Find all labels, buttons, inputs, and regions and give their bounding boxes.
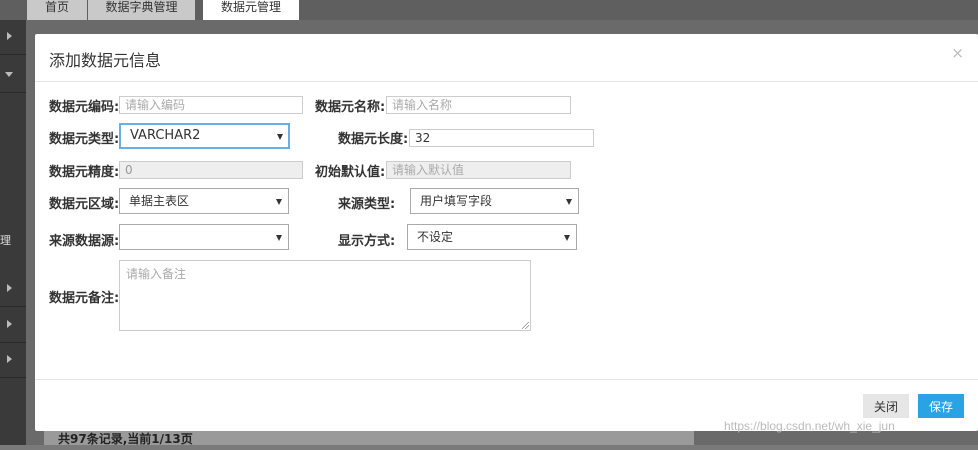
name-input[interactable]: 请输入名称	[386, 96, 571, 114]
chevron-right-icon	[7, 320, 12, 328]
tab-data-element[interactable]: 数据元管理	[203, 0, 299, 20]
close-icon[interactable]: ×	[951, 44, 964, 62]
close-button[interactable]: 关闭	[863, 394, 909, 418]
chevron-right-icon	[7, 32, 12, 40]
sidebar-item[interactable]	[0, 20, 26, 55]
caret-down-icon	[276, 235, 282, 241]
caret-down-icon	[566, 199, 572, 205]
tab-home[interactable]: 首页	[27, 0, 87, 20]
save-button[interactable]: 保存	[918, 394, 964, 418]
add-data-element-dialog: 添加数据元信息 × 数据元编码: 请输入编码 数据元名称: 请输入名称 数据元类…	[35, 34, 978, 431]
dialog-title: 添加数据元信息	[49, 51, 162, 70]
sidebar-item[interactable]	[0, 58, 26, 93]
display-mode-select[interactable]: 不设定	[407, 224, 577, 250]
sidebar-item[interactable]	[0, 272, 26, 307]
tab-bar: 首页 数据字典管理 数据元管理	[0, 0, 978, 20]
code-input[interactable]: 请输入编码	[119, 96, 303, 114]
source-datasource-label: 来源数据源:	[49, 234, 120, 249]
default-value-label: 初始默认值:	[315, 165, 386, 180]
precision-label: 数据元精度:	[49, 165, 120, 180]
default-value-input[interactable]: 请输入默认值	[386, 161, 571, 179]
chevron-right-icon	[7, 355, 12, 363]
caret-down-icon	[276, 199, 282, 205]
tab-data-dictionary[interactable]: 数据字典管理	[88, 0, 195, 20]
sidebar-item-label: 理	[0, 234, 11, 247]
remark-textarea[interactable]: 请输入备注	[119, 260, 531, 331]
chevron-right-icon	[7, 284, 12, 292]
length-label: 数据元长度:	[338, 132, 409, 147]
length-input[interactable]: 32	[409, 129, 594, 147]
type-label: 数据元类型:	[49, 132, 120, 147]
source-datasource-select[interactable]	[119, 224, 289, 250]
area-select[interactable]: 单据主表区	[119, 188, 289, 214]
precision-input[interactable]: 0	[119, 161, 303, 179]
resize-handle-icon[interactable]	[522, 322, 529, 329]
chevron-down-icon	[5, 72, 13, 77]
code-label: 数据元编码:	[49, 100, 120, 115]
display-mode-label: 显示方式:	[338, 234, 396, 249]
sidebar-item[interactable]	[0, 308, 26, 343]
source-type-label: 来源类型:	[338, 197, 396, 212]
caret-down-icon	[564, 235, 570, 241]
name-label: 数据元名称:	[315, 100, 386, 115]
area-label: 数据元区域:	[49, 197, 120, 212]
sidebar-item[interactable]	[0, 343, 26, 378]
source-type-select[interactable]: 用户填写字段	[410, 188, 579, 214]
watermark: https://blog.csdn.net/wh_xie_jun	[724, 419, 895, 433]
caret-down-icon	[277, 134, 283, 140]
dialog-header: 添加数据元信息 ×	[35, 34, 978, 82]
type-select[interactable]: VARCHAR2	[119, 123, 290, 149]
remark-label: 数据元备注:	[49, 291, 120, 306]
left-sidebar: 理	[0, 20, 26, 445]
